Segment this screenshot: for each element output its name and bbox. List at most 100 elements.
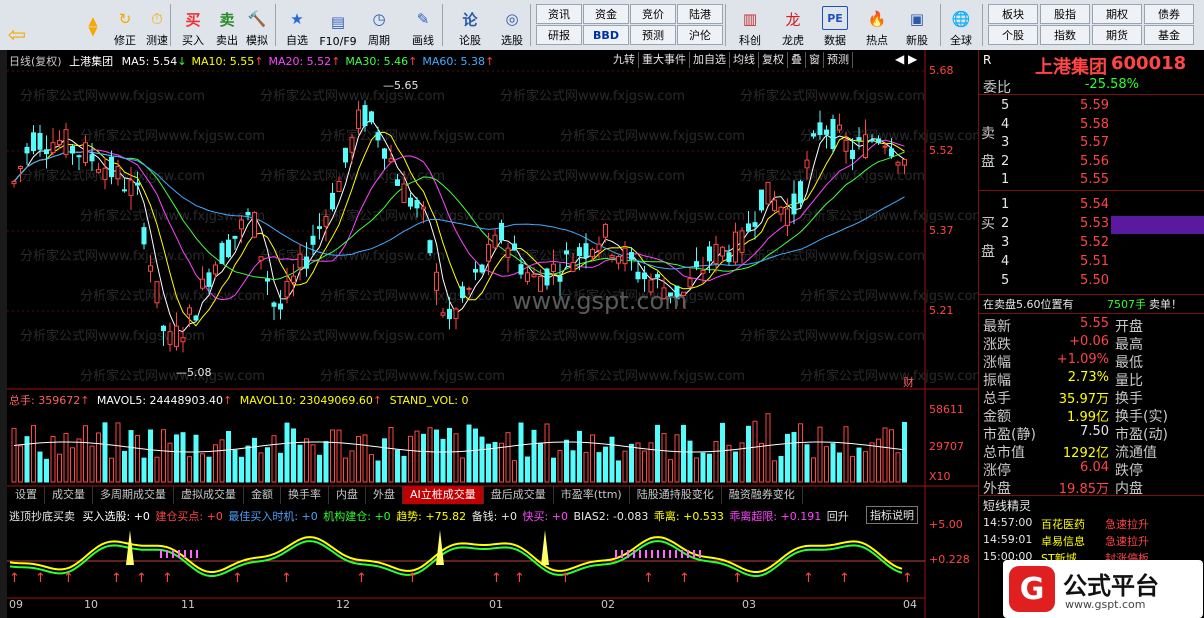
candle-body [297, 253, 303, 269]
volume-bar [50, 436, 56, 483]
candle-body [720, 246, 725, 257]
indicator-tab-4[interactable]: 金额 [244, 486, 281, 504]
page-up-down-button[interactable]: ▲ ▼ [82, 2, 104, 48]
news-item[interactable]: 14:59:01 卓易信息 急速拉升 [979, 533, 1204, 551]
volume-bar [525, 456, 530, 483]
bg-watermark: 分析家公式网www.fxjgsw.com [560, 208, 745, 224]
grid-b-button-4[interactable]: 个股 [988, 25, 1038, 45]
chart-top-button-2[interactable]: 加自选 [690, 52, 730, 68]
candle-body [50, 142, 56, 154]
news-item[interactable]: 14:57:00 百花医药 急速拉升 [979, 516, 1204, 534]
chart-top-button-4[interactable]: 复权 [759, 52, 788, 68]
ask-row: 4 5.58 [1001, 116, 1109, 132]
candle-body [232, 235, 238, 239]
discuss-icon: 论 [462, 10, 478, 29]
volume-bar [726, 444, 732, 483]
grid-b-button-0[interactable]: 板块 [988, 4, 1038, 24]
chart-top-button-7[interactable]: 预测 [824, 52, 853, 68]
clock-icon: ⏱ [151, 10, 163, 28]
volume-bar [226, 430, 231, 483]
candle-body [473, 269, 478, 273]
volume-bar [499, 442, 504, 483]
grid-b-button-5[interactable]: 指数 [1040, 25, 1090, 45]
indicator-tab-5[interactable]: 换手率 [281, 486, 329, 504]
grid-b-button-1[interactable]: 股指 [1040, 4, 1090, 24]
grid-a-button-5[interactable]: BBD [583, 25, 629, 45]
chart-toggle-icon[interactable]: ◀ ▶ [895, 52, 917, 66]
indicator-tab-3[interactable]: 虚拟成交量 [174, 486, 244, 504]
candle-body [200, 278, 205, 289]
grid-a-button-7[interactable]: 沪伦 [677, 25, 723, 45]
kline-chart-area[interactable]: 分析家公式网www.fxjgsw.com 分析家公式网www.fxjgsw.com… [0, 50, 978, 618]
grid-b-button-7[interactable]: 基金 [1144, 25, 1194, 45]
grid-a-button-0[interactable]: 资讯 [536, 4, 582, 24]
volume-bar [752, 420, 758, 483]
toolbar-button-0[interactable]: ↻ 修正 [110, 2, 140, 48]
grid-a-button-4[interactable]: 研报 [536, 25, 582, 45]
grid-a-button-6[interactable]: 预测 [630, 25, 676, 45]
volume-bar [830, 443, 836, 483]
chart-top-button-5[interactable]: 叠 [788, 52, 806, 68]
ind-label-top: +5.00 [929, 518, 963, 531]
grid-a-button-3[interactable]: 陆港 [677, 4, 723, 24]
dragon-tiger-icon: 龙 [785, 10, 801, 29]
indicator-tab-1[interactable]: 成交量 [45, 486, 93, 504]
month-label-6: 03 [742, 598, 756, 611]
candle-body [18, 166, 23, 169]
chart-top-button-6[interactable]: 窗 [806, 52, 824, 68]
back-button[interactable]: ⇦ [4, 2, 30, 48]
month-label-4: 01 [489, 598, 503, 611]
toolbar-button-13[interactable]: PE 数据 [820, 2, 850, 48]
indicator-tab-2[interactable]: 多周期成交量 [93, 486, 174, 504]
grid-b-button-6[interactable]: 期货 [1092, 25, 1142, 45]
grid-a-button-2[interactable]: 竞价 [630, 4, 676, 24]
indicator-tab-6[interactable]: 内盘 [329, 486, 366, 504]
toolbar-button-7[interactable]: ◷ 周期 [364, 2, 394, 48]
pink-marker [160, 550, 162, 558]
toolbar-button-9[interactable]: 论论股 [455, 2, 485, 48]
toolbar-button-10[interactable]: ◎ 选股 [497, 2, 527, 48]
indicator-tab-11[interactable]: 陆股通持股变化 [630, 486, 722, 504]
f10-button[interactable]: ▤ F10/F9 [318, 2, 358, 48]
indicator-tab-12[interactable]: 融资融券变化 [722, 486, 803, 504]
chart-top-button-3[interactable]: 均线 [730, 52, 759, 68]
pink-marker [699, 550, 701, 558]
volume-bar [674, 434, 680, 483]
toolbar-button-15[interactable]: ▣ 新股 [902, 2, 932, 48]
bg-watermark: 分析家公式网www.fxjgsw.com [740, 328, 925, 344]
toolbar-button-1[interactable]: ⏱ 测速 [142, 2, 172, 48]
volume-bar [746, 425, 751, 483]
candle-body [778, 206, 784, 215]
indicator-tab-10[interactable]: 市盈率(ttm) [554, 486, 630, 504]
toolbar-button-11[interactable]: ▥ 科创 [735, 2, 765, 48]
toolbar-button-8[interactable]: ✎ 画线 [408, 2, 438, 48]
candle-body [869, 139, 875, 142]
indicator-tab-8[interactable]: AI立桩成交量 [403, 486, 484, 504]
volume-bar [447, 427, 452, 483]
indicator-tab-9[interactable]: 盘后成交量 [484, 486, 554, 504]
gspt-watermark: www.gspt.com [512, 287, 688, 315]
grid-b-button-2[interactable]: 期权 [1092, 4, 1142, 24]
finance-tag[interactable]: 财 [903, 374, 914, 390]
toolbar-button-2[interactable]: 买买入 [178, 2, 208, 48]
toolbar-button-16[interactable]: 🌐 全球 [946, 2, 976, 48]
toolbar-button-14[interactable]: 🔥 热点 [862, 2, 892, 48]
pink-marker [681, 550, 683, 558]
toolbar-button-3[interactable]: 卖卖出 [212, 2, 242, 48]
indicator-help-button[interactable]: 指标说明 [866, 506, 918, 524]
candle-body [265, 278, 270, 282]
chart-top-button-0[interactable]: 九转 [610, 52, 639, 68]
toolbar-button-4[interactable]: 🔨 模拟 [242, 2, 272, 48]
indicator-tab-0[interactable]: 设置 [8, 486, 45, 504]
volume-bar [687, 440, 693, 483]
pink-marker [172, 550, 174, 558]
grid-a-button-1[interactable]: 资金 [583, 4, 629, 24]
quote-title-row: R 上港集团 600018 [983, 53, 1187, 78]
volume-bar [765, 413, 771, 483]
indicator-tab-7[interactable]: 外盘 [366, 486, 403, 504]
candle-body [577, 247, 582, 257]
toolbar-button-5[interactable]: ★ 自选 [282, 2, 312, 48]
toolbar-button-12[interactable]: 龙龙虎 [778, 2, 808, 48]
chart-top-button-1[interactable]: 重大事件 [639, 52, 690, 68]
grid-b-button-3[interactable]: 债券 [1144, 4, 1194, 24]
